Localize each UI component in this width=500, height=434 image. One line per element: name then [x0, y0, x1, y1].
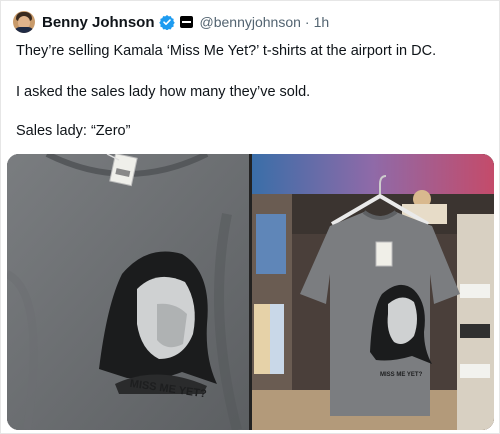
tweet-text-line: I asked the sales lady how many they’ve … [16, 84, 311, 100]
photo-right[interactable]: MISS ME YET? [252, 154, 494, 430]
tweet-header: Benny Johnson @bennyjohnson · 1h [13, 11, 489, 33]
verified-badge-icon [158, 15, 175, 30]
avatar[interactable] [13, 11, 35, 33]
org-affiliation-icon[interactable] [179, 16, 193, 28]
media-grid: MISS ME YET? MISS ME YET? [7, 154, 494, 430]
tweet-text-line: Sales lady: “Zero” [16, 123, 131, 139]
tweet-card[interactable]: Benny Johnson @bennyjohnson · 1h They’re… [0, 0, 500, 434]
photo-left[interactable]: MISS ME YET? [7, 154, 249, 430]
right-print-text: MISS ME YET? [380, 372, 423, 378]
separator-dot: · [304, 14, 310, 30]
author-handle[interactable]: @bennyjohnson [200, 14, 301, 30]
author-name[interactable]: Benny Johnson [42, 14, 155, 31]
timestamp[interactable]: 1h [314, 14, 330, 30]
tweet-text-line: They’re selling Kamala ‘Miss Me Yet?’ t-… [16, 43, 437, 59]
